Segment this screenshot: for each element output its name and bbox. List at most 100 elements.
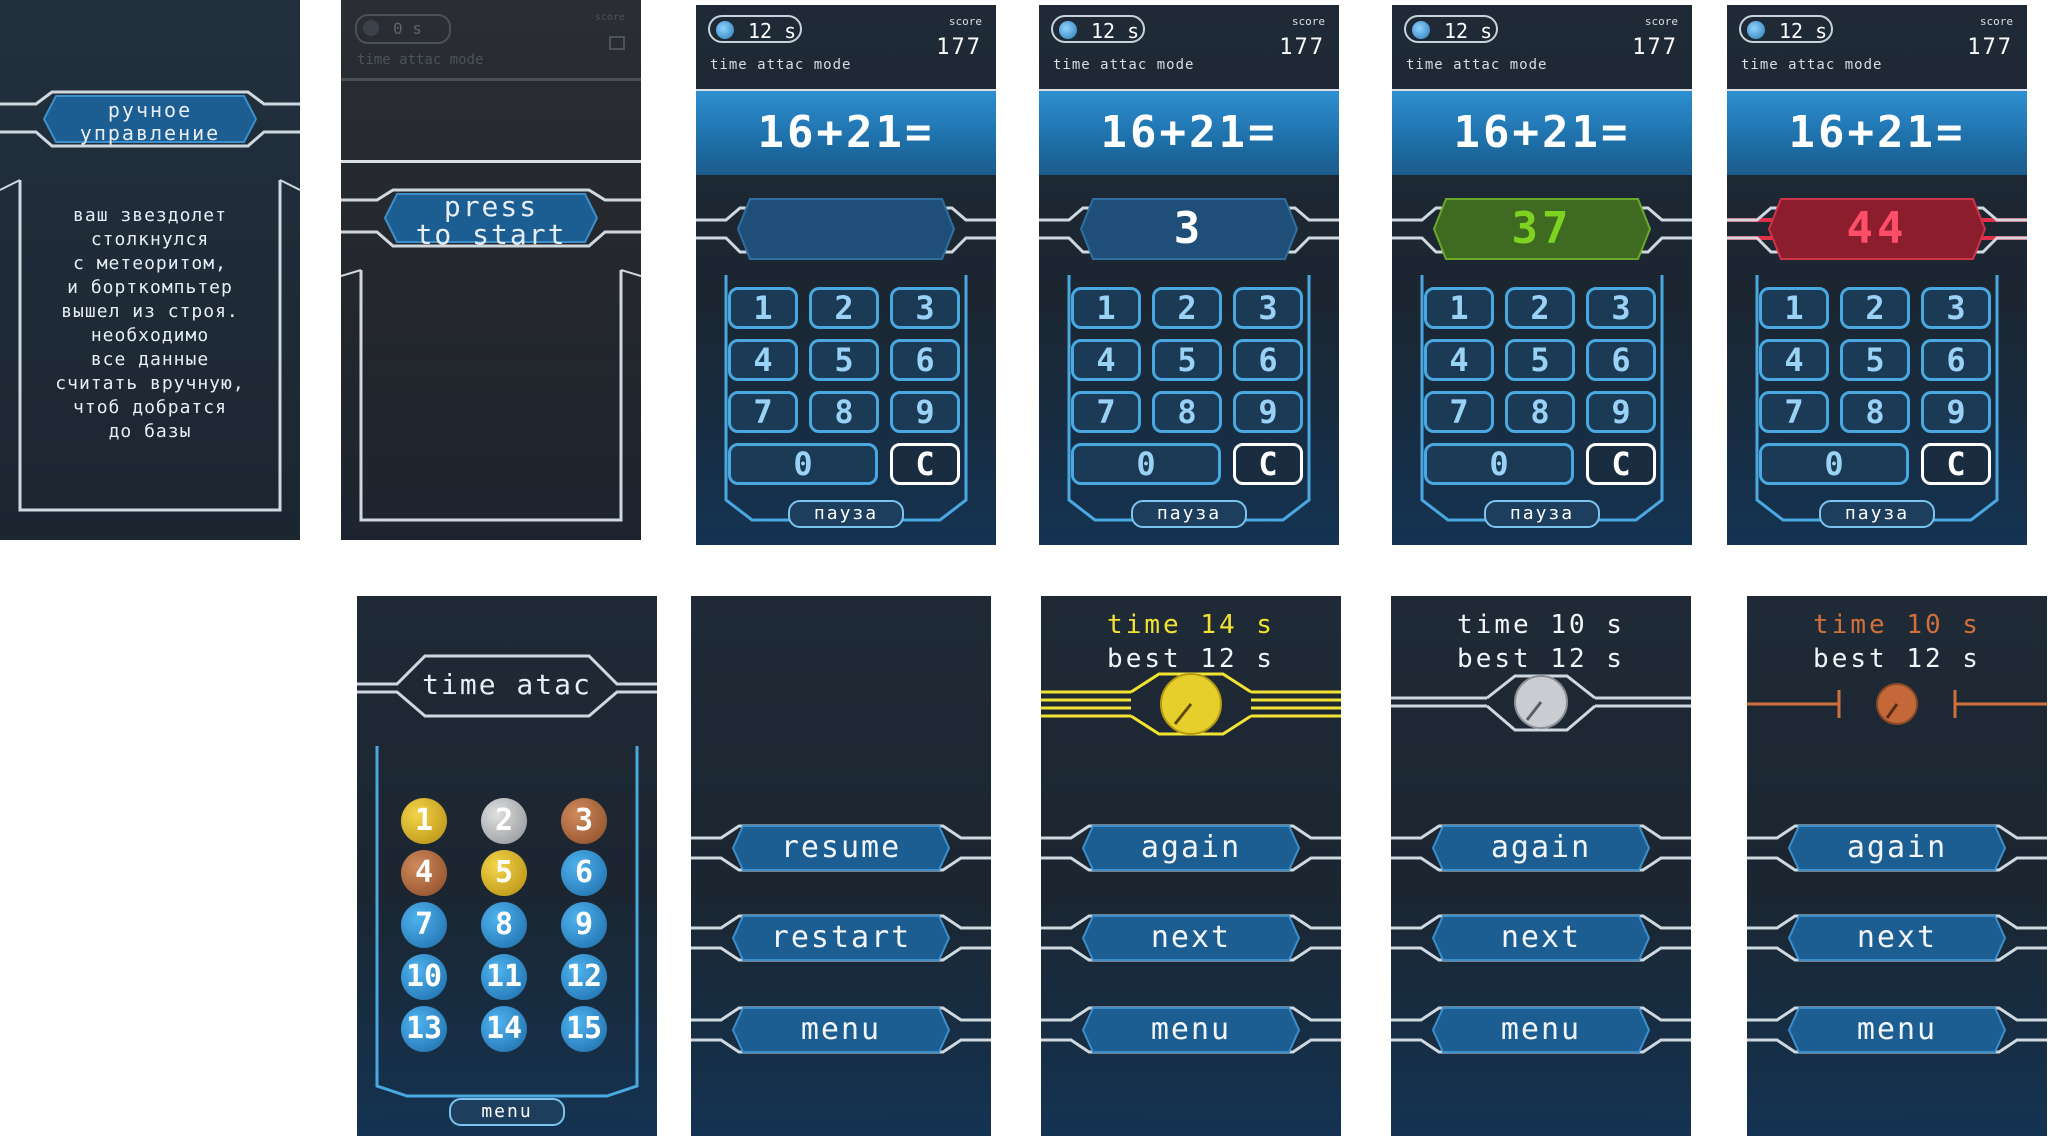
key-5[interactable]: 5 bbox=[809, 339, 879, 381]
key-4[interactable]: 4 bbox=[1071, 339, 1141, 381]
key-6[interactable]: 6 bbox=[1921, 339, 1991, 381]
menu-frames bbox=[1391, 824, 1691, 1054]
key-2[interactable]: 2 bbox=[809, 287, 879, 329]
key-4[interactable]: 4 bbox=[1759, 339, 1829, 381]
timer-text: 0 s bbox=[393, 19, 422, 38]
time-value: 14 bbox=[1200, 610, 1238, 640]
key-7[interactable]: 7 bbox=[1424, 391, 1494, 433]
level-11-button[interactable]: 11 bbox=[481, 954, 527, 1000]
clear-button[interactable]: C bbox=[1233, 443, 1303, 485]
again-button[interactable]: again bbox=[1141, 830, 1241, 865]
next-button[interactable]: next bbox=[1151, 920, 1231, 955]
level-2-button[interactable]: 2 bbox=[481, 798, 527, 844]
best-label: best bbox=[1457, 644, 1532, 674]
level-14-button[interactable]: 14 bbox=[481, 1006, 527, 1052]
level-6-button[interactable]: 6 bbox=[561, 850, 607, 896]
level-5-button[interactable]: 5 bbox=[481, 850, 527, 896]
key-3[interactable]: 3 bbox=[1921, 287, 1991, 329]
story-line: с метеоритом, bbox=[73, 253, 227, 274]
story-line: считать вручную, bbox=[55, 373, 245, 394]
to-start-label[interactable]: to start bbox=[341, 218, 641, 251]
key-6[interactable]: 6 bbox=[890, 339, 960, 381]
key-6[interactable]: 6 bbox=[1233, 339, 1303, 381]
resume-button[interactable]: resume bbox=[781, 830, 901, 865]
key-7[interactable]: 7 bbox=[1759, 391, 1829, 433]
mode-text: time attac mode bbox=[1406, 57, 1548, 73]
level-8-button[interactable]: 8 bbox=[481, 902, 527, 948]
best-line: best 12 s bbox=[1041, 644, 1341, 674]
key-5[interactable]: 5 bbox=[1840, 339, 1910, 381]
timer-dot-icon bbox=[1412, 21, 1430, 39]
clear-button[interactable]: C bbox=[1586, 443, 1656, 485]
pause-button[interactable]: пауза bbox=[1819, 500, 1935, 528]
pause-button[interactable]: пауза bbox=[788, 500, 904, 528]
menu-button[interactable]: menu bbox=[1151, 1012, 1231, 1047]
level-4-button[interactable]: 4 bbox=[401, 850, 447, 896]
key-0[interactable]: 0 bbox=[1071, 443, 1221, 485]
result-screen-3: time 10 s best 12 s again next menu bbox=[1747, 596, 2047, 1136]
key-8[interactable]: 8 bbox=[1505, 391, 1575, 433]
next-button[interactable]: next bbox=[1501, 920, 1581, 955]
story-line: необходимо bbox=[90, 325, 210, 346]
time-unit: s bbox=[1606, 610, 1625, 640]
key-3[interactable]: 3 bbox=[1586, 287, 1656, 329]
menu-button[interactable]: menu bbox=[449, 1098, 565, 1126]
key-1[interactable]: 1 bbox=[1759, 287, 1829, 329]
level-12-button[interactable]: 12 bbox=[561, 954, 607, 1000]
key-0[interactable]: 0 bbox=[1759, 443, 1909, 485]
key-4[interactable]: 4 bbox=[728, 339, 798, 381]
key-5[interactable]: 5 bbox=[1505, 339, 1575, 381]
key-2[interactable]: 2 bbox=[1505, 287, 1575, 329]
level-1-button[interactable]: 1 bbox=[401, 798, 447, 844]
key-8[interactable]: 8 bbox=[1840, 391, 1910, 433]
key-1[interactable]: 1 bbox=[1071, 287, 1141, 329]
intro-title-line1: ручное bbox=[107, 98, 193, 122]
mode-text: time attac mode bbox=[357, 52, 484, 68]
key-8[interactable]: 8 bbox=[1152, 391, 1222, 433]
clear-button[interactable]: C bbox=[1921, 443, 1991, 485]
again-button[interactable]: again bbox=[1847, 830, 1947, 865]
best-unit: s bbox=[1606, 644, 1625, 674]
key-3[interactable]: 3 bbox=[890, 287, 960, 329]
pause-button[interactable]: пауза bbox=[1131, 500, 1247, 528]
best-unit: s bbox=[1962, 644, 1981, 674]
intro-title-line2: управление bbox=[79, 121, 221, 145]
menu-button[interactable]: menu bbox=[1501, 1012, 1581, 1047]
again-button[interactable]: again bbox=[1491, 830, 1591, 865]
key-0[interactable]: 0 bbox=[1424, 443, 1574, 485]
story-line: столкнулся bbox=[90, 229, 210, 250]
key-5[interactable]: 5 bbox=[1152, 339, 1222, 381]
key-2[interactable]: 2 bbox=[1152, 287, 1222, 329]
level-15-button[interactable]: 15 bbox=[561, 1006, 607, 1052]
key-9[interactable]: 9 bbox=[1921, 391, 1991, 433]
key-9[interactable]: 9 bbox=[1586, 391, 1656, 433]
start-screen[interactable]: 0 s score time attac mode press to start bbox=[341, 0, 641, 540]
key-7[interactable]: 7 bbox=[1071, 391, 1141, 433]
level-9-button[interactable]: 9 bbox=[561, 902, 607, 948]
level-7-button[interactable]: 7 bbox=[401, 902, 447, 948]
menu-button[interactable]: menu bbox=[801, 1012, 881, 1047]
level-3-button[interactable]: 3 bbox=[561, 798, 607, 844]
level-13-button[interactable]: 13 bbox=[401, 1006, 447, 1052]
key-9[interactable]: 9 bbox=[890, 391, 960, 433]
best-value: 12 bbox=[1906, 644, 1944, 674]
menu-button[interactable]: menu bbox=[1857, 1012, 1937, 1047]
key-2[interactable]: 2 bbox=[1840, 287, 1910, 329]
pause-button[interactable]: пауза bbox=[1484, 500, 1600, 528]
key-1[interactable]: 1 bbox=[728, 287, 798, 329]
next-button[interactable]: next bbox=[1857, 920, 1937, 955]
key-0[interactable]: 0 bbox=[728, 443, 878, 485]
key-1[interactable]: 1 bbox=[1424, 287, 1494, 329]
key-7[interactable]: 7 bbox=[728, 391, 798, 433]
key-9[interactable]: 9 bbox=[1233, 391, 1303, 433]
clear-button[interactable]: C bbox=[890, 443, 960, 485]
score-label: score bbox=[594, 12, 625, 23]
level-select-screen: time atac 1 2 3 4 5 6 7 8 9 10 11 12 13 14 15 menu bbox=[357, 596, 657, 1136]
level-10-button[interactable]: 10 bbox=[401, 954, 447, 1000]
key-3[interactable]: 3 bbox=[1233, 287, 1303, 329]
menu-frames bbox=[1747, 824, 2047, 1054]
key-8[interactable]: 8 bbox=[809, 391, 879, 433]
key-4[interactable]: 4 bbox=[1424, 339, 1494, 381]
restart-button[interactable]: restart bbox=[771, 920, 911, 955]
key-6[interactable]: 6 bbox=[1586, 339, 1656, 381]
